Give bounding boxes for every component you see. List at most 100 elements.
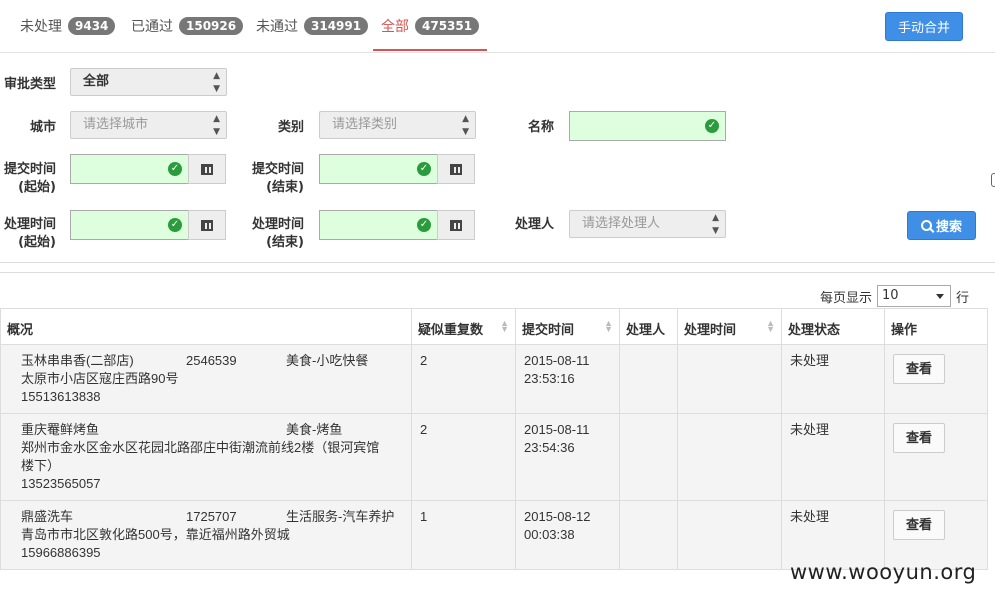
merchant-category: 美食-烤鱼 bbox=[286, 422, 343, 437]
merchant-id: 1725707 bbox=[186, 509, 237, 524]
process-start-calendar-button[interactable] bbox=[188, 210, 226, 240]
action-cell: 查看 bbox=[884, 344, 988, 414]
city-select[interactable]: 请选择城市 ▲ ▼ bbox=[70, 111, 227, 139]
submit-clock: 23:53:16 bbox=[524, 371, 575, 386]
merchant-id bbox=[186, 421, 286, 439]
count-badge: 314991 bbox=[304, 17, 369, 35]
approval-type-select[interactable]: 全部 ▲ ▼ bbox=[70, 68, 227, 96]
label-line: 提交时间 bbox=[3, 162, 56, 177]
valid-check-icon: ✓ bbox=[168, 218, 182, 232]
merchant-tel: 15966886395 bbox=[21, 545, 101, 560]
process-end-calendar-button[interactable] bbox=[437, 210, 475, 240]
handler-cell bbox=[619, 344, 678, 414]
process-time-cell bbox=[677, 500, 782, 570]
col-duplicates[interactable]: 疑似重复数 ▲ ▼ bbox=[411, 308, 516, 345]
calendar-icon bbox=[450, 163, 462, 175]
merchant-category: 美食-小吃快餐 bbox=[286, 353, 369, 368]
process-end-label: 处理时间 (结束) bbox=[248, 216, 304, 252]
handler-label: 处理人 bbox=[514, 217, 554, 232]
col-label: 提交时间 bbox=[522, 322, 575, 337]
search-button-label: 搜索 bbox=[935, 220, 962, 235]
name-input[interactable]: ✓ bbox=[569, 111, 726, 141]
valid-check-icon: ✓ bbox=[168, 162, 182, 176]
col-action: 操作 bbox=[884, 308, 988, 345]
process-start-label: 处理时间 (起始) bbox=[0, 216, 56, 252]
city-placeholder: 请选择城市 bbox=[83, 117, 149, 132]
handler-cell bbox=[619, 413, 678, 501]
merchant-id: 2546539 bbox=[186, 353, 237, 368]
submit-clock: 23:54:36 bbox=[524, 440, 575, 455]
search-icon bbox=[920, 220, 932, 231]
submit-start-calendar-button[interactable] bbox=[188, 154, 226, 184]
submit-start-input[interactable]: ✓ bbox=[70, 154, 189, 184]
label-line: (结束) bbox=[266, 180, 304, 195]
category-placeholder: 请选择类别 bbox=[332, 117, 398, 132]
sort-icon: ▲ ▼ bbox=[766, 318, 775, 334]
manual-merge-button[interactable]: 手动合并 bbox=[885, 12, 963, 41]
table-row: 玉林串串香(二部店) 2546539 美食-小吃快餐 太原市小店区寇庄西路90号 1… bbox=[0, 344, 988, 414]
merchant-address: 郑州市金水区金水区花园北路邵庄中街潮流前线2楼（银河宾馆楼下） bbox=[21, 440, 380, 473]
label-line: (起始) bbox=[18, 180, 56, 195]
view-button[interactable]: 查看 bbox=[893, 510, 945, 540]
submit-date: 2015-08-11 bbox=[524, 422, 590, 437]
label-line: (起始) bbox=[18, 235, 56, 250]
valid-check-icon: ✓ bbox=[705, 119, 719, 133]
overview-cell: 玉林串串香(二部店) 2546539 美食-小吃快餐 太原市小店区寇庄西路90号 1… bbox=[0, 344, 412, 414]
tab-approved[interactable]: 已通过 150926 bbox=[131, 0, 244, 52]
results-panel: 每页显示 10 行 概况 疑似重复数 ▲ ▼ 提交时间 ▲ ▼ 处理人 处理时间 ▲ ▼ 处… bbox=[0, 272, 995, 600]
action-cell: 查看 bbox=[884, 413, 988, 501]
label-line: (结束) bbox=[266, 235, 304, 250]
tab-label: 未通过 bbox=[256, 19, 298, 35]
overview-cell: 鼎盛洗车 1725707 生活服务-汽车养护 青岛市市北区敦化路500号，靠近福州路… bbox=[0, 500, 412, 570]
count-badge: 150926 bbox=[179, 17, 244, 35]
tab-all[interactable]: 全部 475351 bbox=[372, 0, 488, 52]
scroll-indicator[interactable] bbox=[991, 173, 995, 187]
merchant-name: 鼎盛洗车 bbox=[21, 509, 74, 524]
tab-rejected[interactable]: 未通过 314991 bbox=[256, 0, 369, 52]
process-start-input[interactable]: ✓ bbox=[70, 210, 189, 240]
merchant-name: 重庆罨鲜烤鱼 bbox=[21, 422, 100, 437]
merchant-address: 青岛市市北区敦化路500号，靠近福州路外贸城 bbox=[21, 527, 290, 542]
label-line: 提交时间 bbox=[251, 162, 304, 177]
view-button[interactable]: 查看 bbox=[893, 423, 945, 453]
tab-label: 已通过 bbox=[131, 19, 173, 35]
process-time-cell bbox=[677, 413, 782, 501]
select-arrows-icon: ▲ ▼ bbox=[213, 114, 220, 137]
tab-unprocessed[interactable]: 未处理 9434 bbox=[20, 0, 116, 52]
label-line: 处理时间 bbox=[251, 217, 304, 232]
handler-select[interactable]: 请选择处理人 ▲ ▼ bbox=[569, 210, 726, 238]
col-handler: 处理人 bbox=[619, 308, 678, 345]
label-line: 处理时间 bbox=[3, 217, 56, 232]
select-arrows-icon: ▲ ▼ bbox=[712, 213, 719, 236]
col-submit-time[interactable]: 提交时间 ▲ ▼ bbox=[515, 308, 620, 345]
col-process-time[interactable]: 处理时间 ▲ ▼ bbox=[677, 308, 782, 345]
view-button[interactable]: 查看 bbox=[893, 354, 945, 384]
category-select[interactable]: 请选择类别 ▲ ▼ bbox=[319, 111, 476, 139]
dup-cell: 1 bbox=[411, 500, 516, 570]
select-arrows-icon: ▲ ▼ bbox=[462, 114, 469, 137]
calendar-icon bbox=[201, 163, 213, 175]
submit-time-cell: 2015-08-12 00:03:38 bbox=[515, 500, 620, 570]
submit-end-calendar-button[interactable] bbox=[437, 154, 475, 184]
process-end-input[interactable]: ✓ bbox=[319, 210, 438, 240]
status-cell: 未处理 bbox=[781, 344, 885, 414]
col-label: 处理时间 bbox=[684, 322, 737, 337]
name-label: 名称 bbox=[527, 120, 554, 135]
page-size-select[interactable]: 10 bbox=[876, 285, 951, 307]
tab-label: 未处理 bbox=[20, 19, 62, 35]
results-table: 概况 疑似重复数 ▲ ▼ 提交时间 ▲ ▼ 处理人 处理时间 ▲ ▼ 处理状态 操作 玉林串… bbox=[0, 308, 988, 570]
col-status: 处理状态 bbox=[781, 308, 885, 345]
table-row: 重庆罨鲜烤鱼 美食-烤鱼 郑州市金水区金水区花园北路邵庄中街潮流前线2楼（银河宾馆… bbox=[0, 413, 988, 501]
filter-panel: 审批类型 全部 ▲ ▼ 城市 请选择城市 ▲ ▼ 类别 请选择类别 ▲ ▼ 名称 ✓ … bbox=[0, 53, 995, 263]
merchant-address: 太原市小店区寇庄西路90号 bbox=[21, 371, 179, 386]
submit-end-input[interactable]: ✓ bbox=[319, 154, 438, 184]
search-button[interactable]: 搜索 bbox=[907, 211, 976, 240]
page-size-suffix: 行 bbox=[955, 290, 969, 306]
valid-check-icon: ✓ bbox=[417, 162, 431, 176]
approval-type-label: 审批类型 bbox=[3, 77, 56, 92]
page-size-value: 10 bbox=[881, 288, 899, 303]
select-arrows-icon: ▲ ▼ bbox=[213, 71, 220, 94]
dup-cell: 2 bbox=[411, 413, 516, 501]
overview-cell: 重庆罨鲜烤鱼 美食-烤鱼 郑州市金水区金水区花园北路邵庄中街潮流前线2楼（银河宾馆… bbox=[0, 413, 412, 501]
sort-icon: ▲ ▼ bbox=[604, 318, 613, 334]
